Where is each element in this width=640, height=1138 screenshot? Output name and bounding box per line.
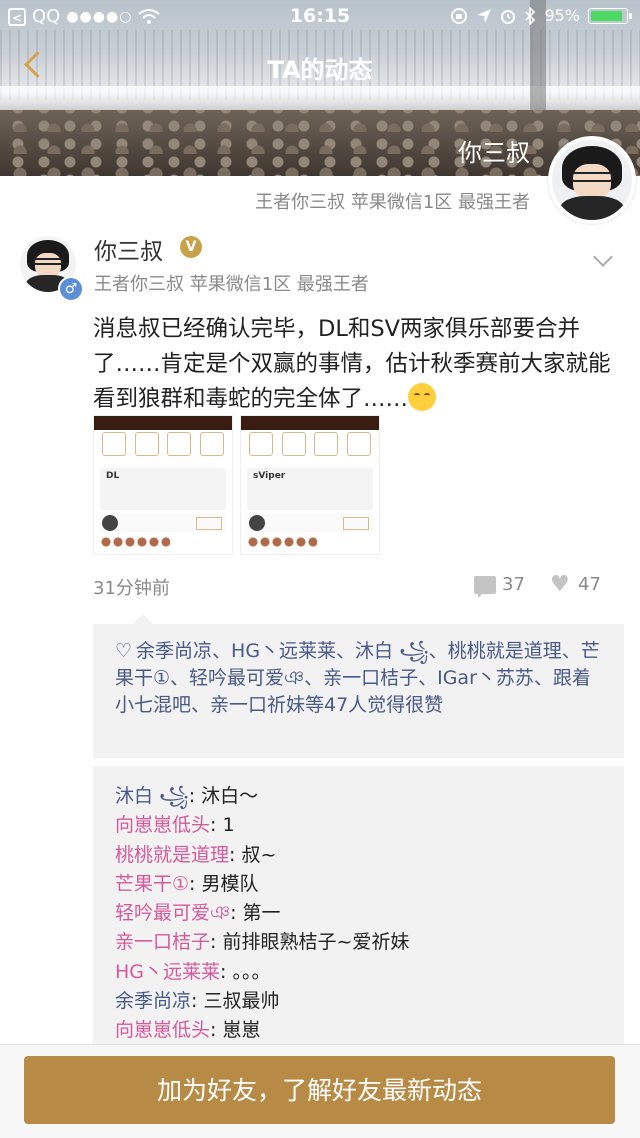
battery-fill <box>591 10 623 21</box>
post-body: 消息叔已经确认完毕，DL和SV两家俱乐部要合并了……肯定是个双赢的事情，估计秋季… <box>93 316 611 412</box>
comment-item: 向崽崽低头: 崽崽 <box>115 1016 602 1045</box>
verified-badge-icon: V <box>180 236 202 258</box>
comment-author[interactable]: HG丶远莱莱 <box>115 961 220 983</box>
like-icon[interactable]: ♥ <box>550 574 572 596</box>
comment-text: : 1 <box>210 814 235 837</box>
location-icon <box>477 8 492 23</box>
post-image-1[interactable]: DL <box>93 415 233 555</box>
comment-item: 芒果干①: 男模队 <box>115 870 602 899</box>
comment-text: : 。。。 <box>220 960 271 983</box>
alarm-icon <box>501 9 516 24</box>
profile-avatar[interactable] <box>548 136 636 224</box>
battery-percent: 95% <box>544 6 580 25</box>
comment-item: HG丶远莱莱: 。。。 <box>115 958 602 987</box>
comment-text: : 三叔最帅 <box>191 990 280 1013</box>
comment-text: : 叔~ <box>229 843 277 866</box>
comment-author[interactable]: 余季尚凉 <box>115 990 191 1012</box>
comment-item: 亲一口桔子: 前排眼熟桔子~爱祈妹 <box>115 928 602 957</box>
post-image-2[interactable]: sViper <box>240 415 380 555</box>
heart-icon: ♡ <box>115 640 133 662</box>
comment-author[interactable]: 向崽崽低头 <box>115 1019 210 1041</box>
profile-name: 你三叔 <box>458 139 530 167</box>
comment-item: 轻吟最可爱ঞ: 第一 <box>115 899 602 928</box>
post-time: 31分钟前 <box>93 578 170 599</box>
post-author-subtitle: 王者你三叔 苹果微信1区 最强王者 <box>94 274 369 295</box>
relieved-emoji-icon <box>408 383 437 411</box>
comment-item: 沐白 ꧁: 沐白～ <box>115 782 602 811</box>
bluetooth-icon <box>525 6 536 25</box>
chevron-down-icon[interactable] <box>593 247 613 267</box>
battery-icon <box>588 7 632 24</box>
comment-item: 向崽崽低头: 1 <box>115 811 602 840</box>
like-count[interactable]: 47 <box>578 574 601 595</box>
gender-male-icon: ♂ <box>58 276 84 302</box>
comment-author[interactable]: 桃桃就是道理 <box>115 844 229 866</box>
comment-text: : 前排眼熟桔子~爱祈妹 <box>210 931 410 954</box>
comments-list: 沐白 ꧁: 沐白～ 向崽崽低头: 1 桃桃就是道理: 叔~ 芒果干①: 男模队 … <box>93 766 624 1056</box>
lock-rotation-icon <box>451 7 468 24</box>
comment-text: : 崽崽 <box>210 1019 261 1042</box>
likes-summary: ♡ 余季尚凉、HG丶远莱莱、沐白 ꧁、桃桃就是道理、芒果干①、轻吟最可爱ঞ、亲一口… <box>93 614 624 758</box>
comment-count[interactable]: 37 <box>502 574 525 595</box>
status-bar: < QQ ●●●●○ 16:15 95% <box>0 0 640 34</box>
comment-author[interactable]: 轻吟最可爱ঞ <box>115 902 230 924</box>
comment-author[interactable]: 芒果干① <box>115 873 189 895</box>
comment-text: : 男模队 <box>189 872 259 895</box>
profile-subtitle: 王者你三叔 苹果微信1区 最强王者 <box>255 192 530 213</box>
post-author-name[interactable]: 你三叔 <box>94 232 163 266</box>
likes-text[interactable]: 余季尚凉、HG丶远莱莱、沐白 ꧁、桃桃就是道理、芒果干①、轻吟最可爱ঞ、亲一口桔… <box>115 640 600 716</box>
post-text: 消息叔已经确认完毕，DL和SV两家俱乐部要合并了……肯定是个双赢的事情，估计秋季… <box>93 312 623 417</box>
comment-author[interactable]: 向崽崽低头 <box>115 814 210 836</box>
comment-text: : 第一 <box>230 902 281 925</box>
comment-text: : 沐白～ <box>188 785 259 807</box>
comment-author[interactable]: 沐白 ꧁ <box>115 785 189 807</box>
comment-author[interactable]: 亲一口桔子 <box>115 931 210 953</box>
page-title: TA的动态 <box>267 56 373 84</box>
image-card-title: DL <box>106 471 120 481</box>
image-card-title: sViper <box>253 471 286 481</box>
comment-item: 桃桃就是道理: 叔~ <box>115 841 602 870</box>
comment-icon[interactable] <box>474 576 496 598</box>
add-friend-button[interactable]: 加为好友，了解好友最新动态 <box>24 1056 615 1124</box>
comment-item: 余季尚凉: 三叔最帅 <box>115 987 602 1016</box>
banner-rocks <box>0 110 640 176</box>
